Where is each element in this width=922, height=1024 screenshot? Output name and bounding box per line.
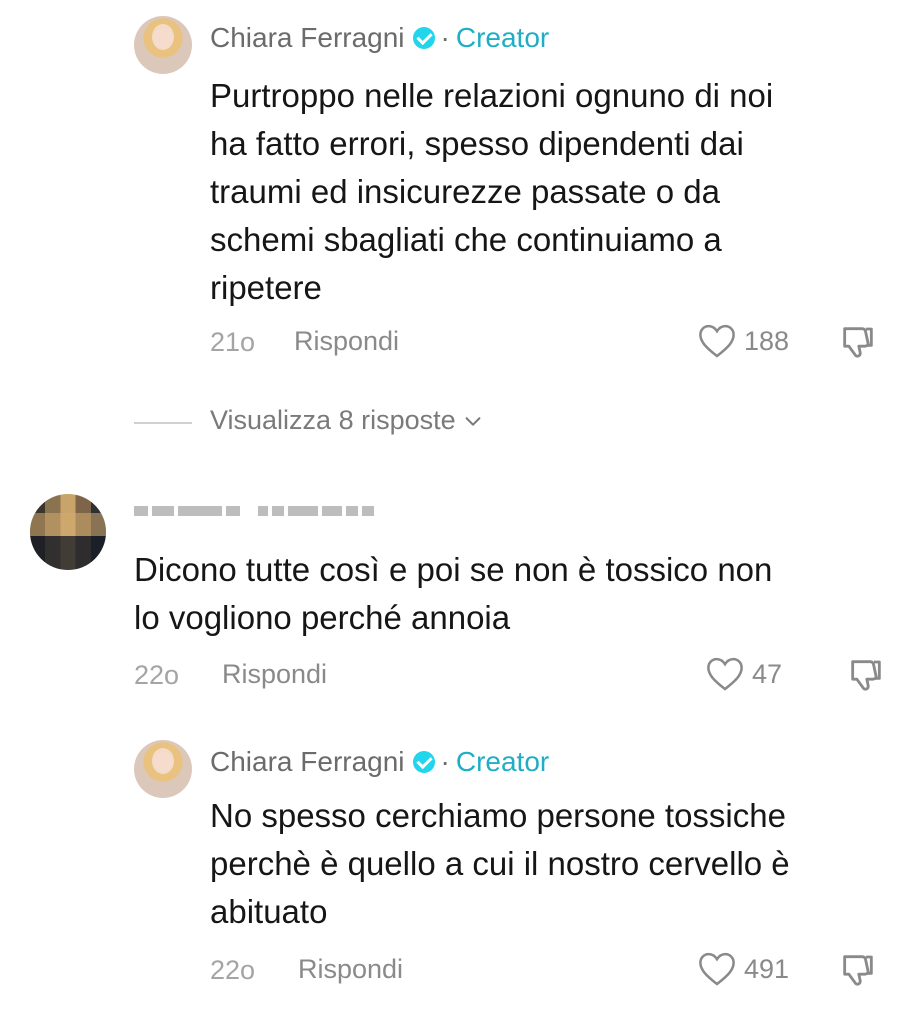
comment-author: Chiara Ferragni · Creator xyxy=(210,746,549,778)
comment-author[interactable] xyxy=(134,506,374,516)
like-button[interactable]: 491 xyxy=(698,951,789,987)
comment-time: 21o xyxy=(210,327,256,357)
separator: · xyxy=(440,22,450,53)
like-button[interactable]: 47 xyxy=(706,656,782,692)
comment-3: Chiara Ferragni · Creator No spesso cerc… xyxy=(0,720,922,1024)
comment-line: Dicono tutte così e poi se non è tossico… xyxy=(134,551,773,588)
comment-text: Dicono tutte così e poi se non è tossico… xyxy=(134,546,772,642)
comment-line: traumi ed insicurezze passate o da xyxy=(210,173,720,210)
comment-1: Chiara Ferragni · Creator Purtroppo nell… xyxy=(0,0,922,380)
thumbs-down-icon xyxy=(843,327,873,358)
like-count: 188 xyxy=(744,325,790,356)
comment-text: Purtroppo nelle relazioni ognuno di noi … xyxy=(210,72,773,312)
thumbs-down-icon xyxy=(851,660,881,691)
author-name[interactable]: Chiara Ferragni xyxy=(210,746,405,778)
author-name[interactable]: Chiara Ferragni xyxy=(210,22,405,54)
reply-button[interactable]: Rispondi xyxy=(294,326,399,357)
dislike-button[interactable] xyxy=(838,322,878,367)
view-replies-label: Visualizza 8 risposte xyxy=(210,405,456,435)
creator-badge: Creator xyxy=(455,746,550,777)
dislike-button[interactable] xyxy=(846,655,886,700)
comment-line: No spesso cerchiamo persone tossiche xyxy=(210,797,786,834)
thumbs-down-icon xyxy=(843,955,873,986)
heart-outline-icon xyxy=(699,952,735,986)
heart-outline-icon xyxy=(707,657,743,691)
comment-line: perchè è quello a cui il nostro cervello… xyxy=(210,845,790,882)
dislike-button[interactable] xyxy=(838,950,878,995)
comment-line: ha fatto errori, spesso dipendenti dai xyxy=(210,125,744,162)
separator: · xyxy=(440,746,450,777)
verified-badge-icon xyxy=(412,751,435,773)
comment-author: Chiara Ferragni · Creator xyxy=(210,22,549,54)
like-count: 491 xyxy=(744,953,790,984)
avatar[interactable] xyxy=(30,494,106,570)
avatar[interactable] xyxy=(134,740,192,798)
divider xyxy=(134,422,192,424)
comment-text: No spesso cerchiamo persone tossiche per… xyxy=(210,792,790,936)
heart-outline-icon xyxy=(699,324,735,358)
comment-line: ripetere xyxy=(210,269,322,306)
verified-badge-icon xyxy=(412,27,435,49)
like-count: 47 xyxy=(752,658,783,689)
avatar[interactable] xyxy=(134,16,192,74)
comment-2: Dicono tutte così e poi se non è tossico… xyxy=(0,480,922,700)
comment-line: Purtroppo nelle relazioni ognuno di noi xyxy=(210,77,774,114)
comment-time: 22o xyxy=(210,955,256,985)
comment-line: abituato xyxy=(210,893,328,930)
comment-line: lo vogliono perché annoia xyxy=(134,599,511,636)
comment-time: 22o xyxy=(134,660,180,690)
view-replies-button[interactable]: Visualizza 8 risposte xyxy=(210,405,484,436)
reply-button[interactable]: Rispondi xyxy=(222,659,327,690)
reply-button[interactable]: Rispondi xyxy=(298,954,403,985)
like-button[interactable]: 188 xyxy=(698,323,789,359)
comment-line: schemi sbagliati che continuiamo a xyxy=(210,221,722,258)
creator-badge: Creator xyxy=(455,22,550,53)
chevron-down-icon xyxy=(465,416,481,426)
